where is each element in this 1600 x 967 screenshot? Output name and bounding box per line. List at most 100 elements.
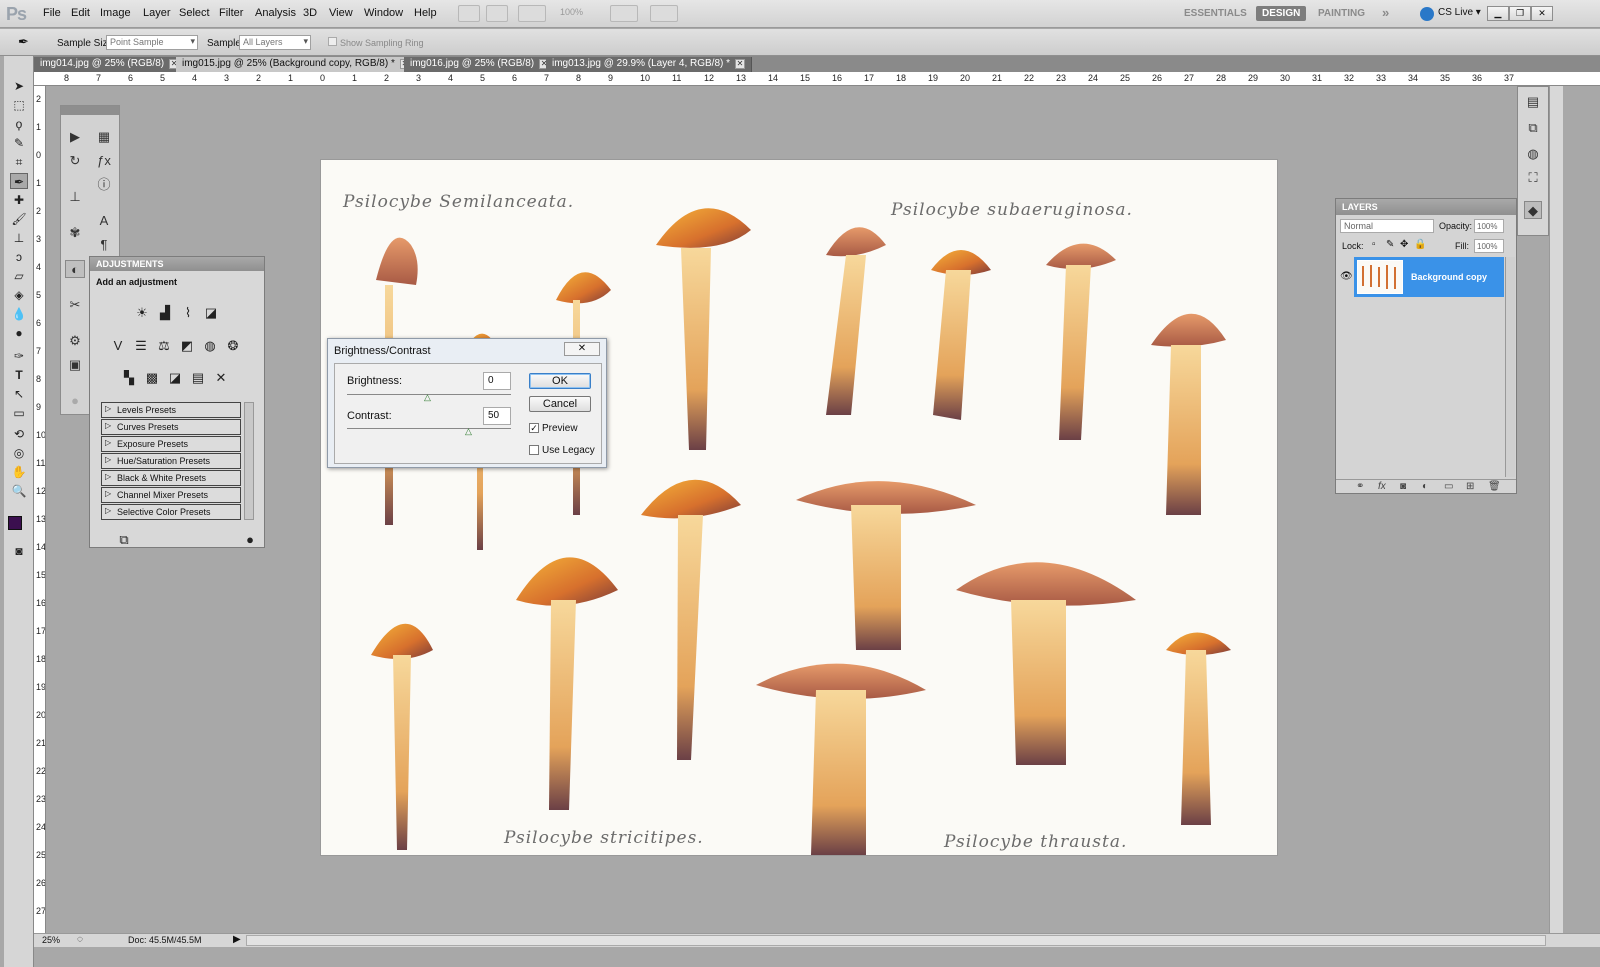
lock-transparent-icon[interactable]: ▫: [1372, 239, 1376, 250]
new-adjustment-icon[interactable]: ◐: [1422, 481, 1428, 492]
eyedropper-tool-icon[interactable]: ✒: [18, 34, 29, 50]
eyedropper-tool-selected-icon[interactable]: ✒: [10, 173, 28, 189]
pen-tool-icon[interactable]: ✑: [10, 348, 28, 364]
workspace-painting[interactable]: PAINTING: [1312, 6, 1371, 21]
quick-mask-icon[interactable]: ◙: [10, 543, 28, 559]
brightness-slider-thumb[interactable]: △: [424, 392, 431, 403]
eraser-tool-icon[interactable]: ▱: [10, 268, 28, 284]
kuler-icon[interactable]: ●: [65, 392, 85, 410]
channels-icon[interactable]: ⧉: [1524, 119, 1542, 137]
preset-exposure[interactable]: Exposure Presets: [101, 436, 241, 452]
tab-img013[interactable]: img013.jpg @ 29.9% (Layer 4, RGB/8) * ✕: [546, 57, 753, 72]
bridge-icon[interactable]: [458, 5, 480, 22]
selective-color-icon[interactable]: ✕: [211, 369, 231, 387]
animation-icon[interactable]: ▣: [65, 356, 85, 374]
presets-scrollbar[interactable]: [244, 402, 254, 520]
menu-window[interactable]: Window: [364, 7, 403, 19]
3d-orbit-icon[interactable]: ◎: [10, 445, 28, 461]
clip-layer-icon[interactable]: ●: [240, 531, 260, 549]
dialog-close-button[interactable]: ✕: [564, 342, 600, 356]
layer-visibility-eye-icon[interactable]: 👁: [1340, 271, 1353, 282]
exposure-icon[interactable]: ◪: [201, 304, 221, 322]
canvas-vertical-scrollbar[interactable]: [1549, 86, 1563, 933]
paint-bucket-icon[interactable]: ◈: [10, 287, 28, 303]
view-extras-icon[interactable]: [518, 5, 546, 22]
clone-stamp-icon[interactable]: ⊥: [10, 230, 28, 246]
photo-filter-icon[interactable]: ◍: [200, 337, 220, 355]
tab-img016[interactable]: img016.jpg @ 25% (RGB/8) ✕: [404, 57, 557, 72]
restore-button[interactable]: ❐: [1509, 6, 1531, 21]
fill-input[interactable]: 100%: [1474, 239, 1504, 253]
delete-layer-icon[interactable]: 🗑: [1488, 481, 1501, 492]
status-zoom[interactable]: 25%: [42, 935, 60, 945]
hand-tool-icon[interactable]: ✋: [10, 464, 28, 480]
screen-mode-icon[interactable]: [650, 5, 678, 22]
preset-curves[interactable]: Curves Presets: [101, 419, 241, 435]
menu-analysis[interactable]: Analysis: [255, 7, 296, 19]
preview-checkbox[interactable]: ✓: [529, 423, 539, 433]
black-white-icon[interactable]: ◩: [177, 337, 197, 355]
arrange-documents-icon[interactable]: [610, 5, 638, 22]
gradient-map-icon[interactable]: ▤: [188, 369, 208, 387]
layers-title[interactable]: LAYERS: [1336, 199, 1516, 215]
paths-icon[interactable]: ⛶: [1524, 169, 1542, 187]
invert-icon[interactable]: ▚: [119, 369, 139, 387]
link-layers-icon[interactable]: ⚭: [1356, 481, 1364, 492]
brightness-contrast-icon[interactable]: ☀: [132, 304, 152, 322]
info-icon[interactable]: ⓘ: [94, 176, 114, 194]
preset-levels[interactable]: Levels Presets: [101, 402, 241, 418]
curves-icon[interactable]: ⌇: [178, 304, 198, 322]
type-tool-icon[interactable]: T: [10, 367, 28, 383]
threshold-icon[interactable]: ◪: [165, 369, 185, 387]
sampling-ring-checkbox[interactable]: [328, 37, 337, 46]
adjustments-title[interactable]: ADJUSTMENTS: [90, 257, 264, 271]
preset-black-white[interactable]: Black & White Presets: [101, 470, 241, 486]
move-tool-icon[interactable]: ➤: [10, 78, 28, 94]
swatches-icon[interactable]: ▦: [94, 128, 114, 146]
sample-select[interactable]: All Layers: [239, 35, 311, 50]
close-tab-icon[interactable]: ✕: [735, 59, 746, 69]
foreground-color-swatch[interactable]: [8, 516, 22, 530]
lasso-tool-icon[interactable]: ϙ: [10, 116, 28, 132]
menu-view[interactable]: View: [329, 7, 353, 19]
menu-select[interactable]: Select: [179, 7, 210, 19]
layer-style-icon[interactable]: fx: [1378, 481, 1386, 492]
vibrance-icon[interactable]: V: [108, 337, 128, 355]
menu-help[interactable]: Help: [414, 7, 437, 19]
adjustments-panel-icon[interactable]: ◐: [65, 260, 85, 278]
preset-channel-mixer[interactable]: Channel Mixer Presets: [101, 487, 241, 503]
shape-tool-icon[interactable]: ▭: [10, 405, 28, 421]
levels-icon[interactable]: ▟: [155, 304, 175, 322]
tab-img015[interactable]: img015.jpg @ 25% (Background copy, RGB/8…: [176, 57, 417, 72]
status-info-icon[interactable]: ◌: [77, 934, 83, 945]
brightness-input[interactable]: 0: [483, 372, 511, 390]
quick-selection-tool-icon[interactable]: ✎: [10, 135, 28, 151]
close-window-button[interactable]: ✕: [1531, 6, 1553, 21]
workspace-design[interactable]: DESIGN: [1256, 6, 1307, 21]
preset-selective-color[interactable]: Selective Color Presets: [101, 504, 241, 520]
sample-size-select[interactable]: Point Sample: [106, 35, 198, 50]
opacity-input[interactable]: 100%: [1474, 219, 1504, 233]
layers-panel-icon[interactable]: ◆: [1524, 201, 1542, 219]
hue-saturation-icon[interactable]: ☰: [131, 337, 151, 355]
menu-image[interactable]: Image: [100, 7, 131, 19]
add-mask-icon[interactable]: ◙: [1400, 481, 1406, 492]
mini-bridge-icon[interactable]: [486, 5, 508, 22]
healing-brush-icon[interactable]: ✚: [10, 192, 28, 208]
brush-presets-icon[interactable]: ✾: [65, 224, 85, 242]
lock-image-icon[interactable]: ✎: [1386, 239, 1394, 250]
zoom-level-select[interactable]: 100%: [560, 7, 583, 17]
preset-hue-saturation[interactable]: Hue/Saturation Presets: [101, 453, 241, 469]
new-layer-icon[interactable]: ⊞: [1466, 481, 1474, 492]
color-balance-icon[interactable]: ⚖: [154, 337, 174, 355]
clone-source-icon[interactable]: ⊥: [65, 188, 85, 206]
cs-live-button[interactable]: CS Live ▾: [1438, 7, 1481, 18]
canvas-horizontal-scrollbar[interactable]: [246, 935, 1546, 946]
blend-mode-select[interactable]: Normal: [1340, 219, 1434, 233]
contrast-input[interactable]: 50: [483, 407, 511, 425]
minimize-button[interactable]: ▁: [1487, 6, 1509, 21]
menu-file[interactable]: File: [43, 7, 61, 19]
workspace-essentials[interactable]: ESSENTIALS: [1178, 6, 1253, 21]
status-menu-arrow-icon[interactable]: ▶: [233, 934, 241, 945]
paragraph-icon[interactable]: ¶: [94, 236, 114, 254]
